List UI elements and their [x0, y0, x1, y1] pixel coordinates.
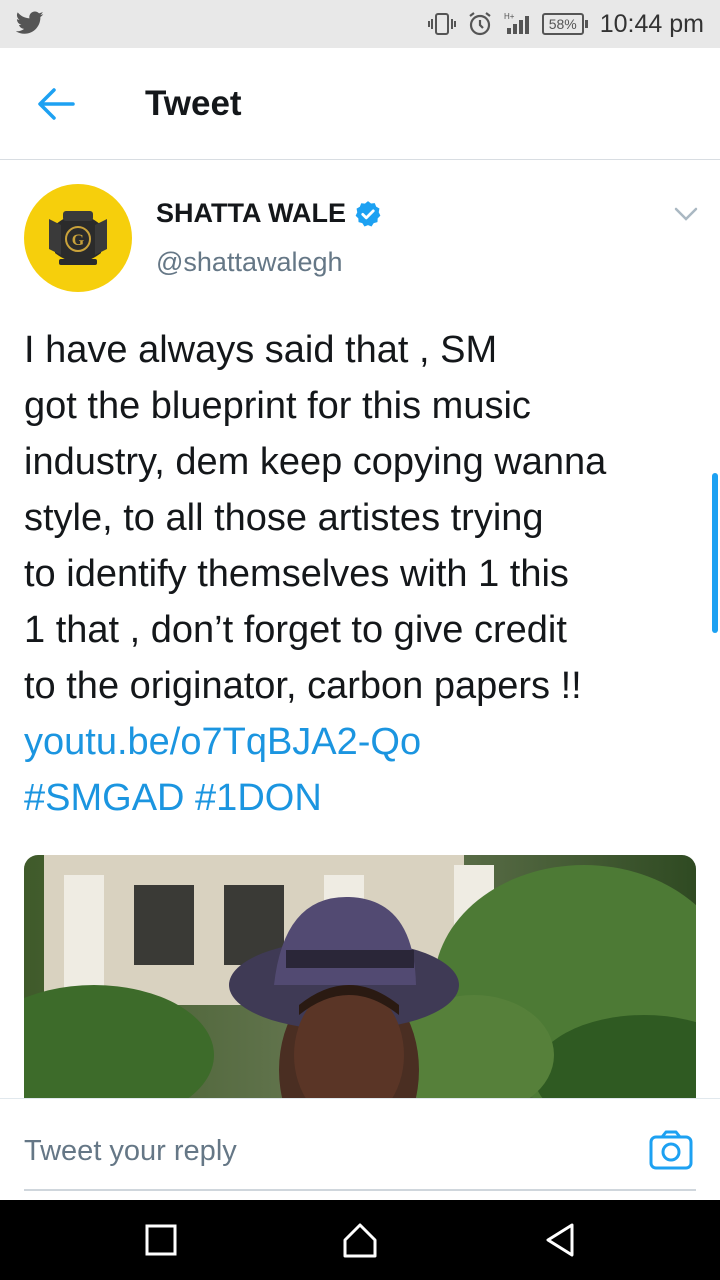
android-nav-bar	[0, 1200, 720, 1280]
author-handle[interactable]: @shattawalegh	[156, 247, 343, 278]
svg-text:H+: H+	[504, 12, 515, 21]
verified-badge-icon	[355, 200, 381, 226]
back-arrow-icon	[38, 88, 75, 120]
reply-bar: Tweet your reply	[0, 1098, 720, 1200]
battery-level: 58%	[548, 16, 577, 32]
tweet-text-line: style, to all those artistes trying	[24, 497, 544, 539]
camera-button[interactable]	[648, 1129, 694, 1171]
app-header: Tweet	[0, 48, 720, 160]
vibrate-icon	[427, 13, 456, 35]
hashtag-1don[interactable]: #1DON	[195, 777, 322, 819]
clock: 10:44 pm	[599, 9, 704, 38]
tweet-text-line: to identify themselves with 1 this	[24, 553, 569, 595]
photo-illustration	[24, 855, 696, 1100]
tweet-text-line: to the originator, carbon papers !!	[24, 665, 582, 707]
back-button[interactable]	[28, 78, 84, 130]
twitter-bird-icon	[16, 11, 44, 34]
author-name-row[interactable]: SHATTA WALE	[156, 198, 382, 229]
signal-icon: H+	[504, 12, 529, 34]
chevron-down-icon	[674, 207, 698, 221]
scroll-indicator[interactable]	[712, 473, 718, 633]
author-name[interactable]: SHATTA WALE	[156, 198, 346, 229]
reply-input[interactable]: Tweet your reply	[24, 1135, 624, 1168]
page-title: Tweet	[145, 84, 242, 123]
hashtags: #SMGAD #1DON	[24, 770, 704, 826]
tweet-text-line: got the blueprint for this music	[24, 385, 531, 427]
tweet-text-line: 1 that , don’t forget to give credit	[24, 609, 567, 651]
svg-text:G: G	[72, 232, 85, 249]
hashtag-smgad[interactable]: #SMGAD	[24, 777, 184, 819]
nav-back-triangle-icon[interactable]	[540, 1220, 580, 1260]
avatar[interactable]: G	[24, 184, 132, 292]
tweet-text: I have always said that , SM got the blu…	[24, 322, 704, 826]
tweet-text-line: I have always said that , SM	[24, 329, 498, 371]
youtube-link[interactable]: youtu.be/o7TqBJA2-Qo	[24, 714, 704, 770]
battery-indicator: 58%	[541, 13, 588, 35]
status-icons: H+ 58% 10:44 pm	[427, 0, 704, 48]
tweet-menu-button[interactable]	[670, 200, 702, 228]
status-bar: H+ 58% 10:44 pm	[0, 0, 720, 48]
alarm-icon	[469, 12, 491, 36]
tweet-photo[interactable]	[24, 855, 696, 1100]
reply-underline	[24, 1189, 696, 1191]
tweet-text-line: industry, dem keep copying wanna	[24, 441, 607, 483]
recents-square-icon[interactable]	[141, 1220, 181, 1260]
home-icon[interactable]	[340, 1220, 380, 1260]
camera-icon	[649, 1130, 693, 1170]
crest-logo-icon: G	[49, 211, 107, 265]
